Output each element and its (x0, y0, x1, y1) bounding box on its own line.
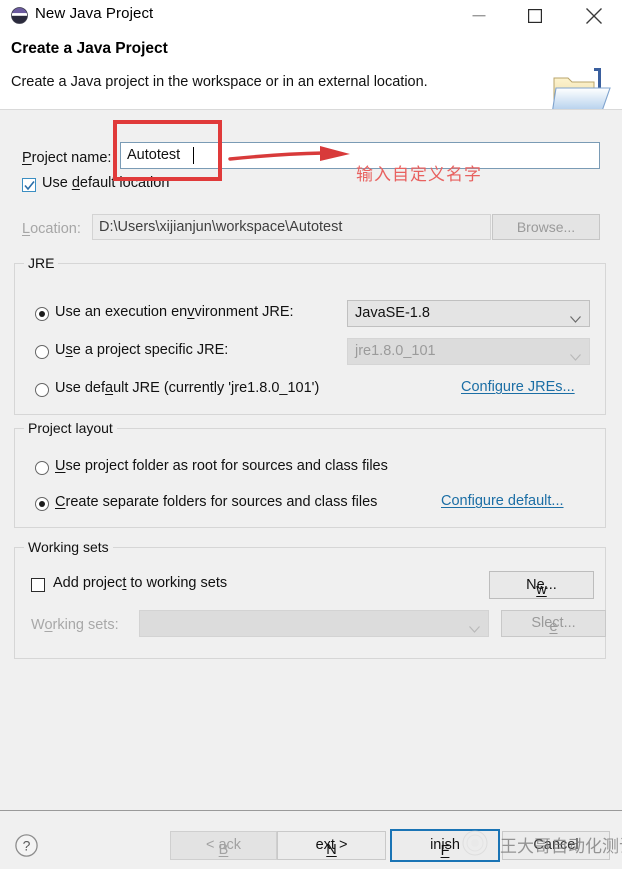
location-input: D:\Users\xijianjun\workspace\Autotest (92, 214, 491, 240)
radio-project-specific-jre[interactable] (35, 345, 49, 359)
chevron-down-icon (570, 310, 581, 326)
finish-button[interactable]: Finish (390, 829, 500, 862)
radio-default-jre[interactable] (35, 383, 49, 397)
page-description: Create a Java project in the workspace o… (11, 74, 428, 90)
project-name-label-rest: roject name: (31, 150, 112, 166)
jre-opt1-rest: vironment JRE: (194, 304, 294, 320)
svg-text:?: ? (23, 838, 31, 854)
back-button-label: < Back (205, 837, 242, 858)
project-layout-group: Project layout Use project folder as roo… (14, 420, 606, 528)
chevron-down-icon (469, 620, 480, 636)
new-working-set-button[interactable]: Ne w... (489, 571, 594, 599)
radio-project-folder-root[interactable] (35, 461, 49, 475)
project-layout-group-title: Project layout (24, 420, 117, 436)
working-sets-combo (139, 610, 489, 637)
use-default-location-label: Use default location (42, 175, 170, 191)
page-title: Create a Java Project (11, 40, 168, 57)
radio-separate-folders[interactable] (35, 497, 49, 511)
execution-environment-combo[interactable]: JavaSE-1.8 (347, 300, 590, 327)
configure-jres-link[interactable]: Configure JREs... (461, 379, 575, 395)
wizard-body: Project name: Autotest Use default locat… (0, 110, 622, 810)
wizard-header: Create a Java Project Create a Java proj… (0, 31, 622, 115)
select-working-sets-button: Se lect... (501, 610, 606, 637)
jre-group-title: JRE (24, 255, 59, 271)
use-default-location-checkbox[interactable] (22, 178, 36, 192)
radio-project-specific-jre-label: Use a project specific JRE: (55, 342, 229, 358)
use-default-location-label-rest: efault location (79, 175, 170, 191)
add-to-working-sets-checkbox[interactable] (31, 578, 45, 592)
layout-opt2-rest: reate separate folders for sources and c… (65, 494, 378, 510)
location-label: Location: (22, 221, 81, 237)
location-label-rest: ocation: (30, 221, 81, 237)
radio-default-jre-label: Use default JRE (currently 'jre1.8.0_101… (55, 380, 320, 396)
close-icon[interactable] (571, 0, 617, 31)
project-name-label: Project name: (22, 150, 112, 166)
select-working-sets-label: Se lect... (531, 615, 576, 635)
add-to-working-sets-label: Add project to working sets (53, 575, 228, 591)
maximize-icon[interactable] (512, 0, 558, 31)
window-title: New Java Project (35, 5, 154, 22)
radio-execution-environment-jre[interactable] (35, 307, 49, 321)
radio-execution-environment-jre-label: Use an execution envvironment JRE: (55, 304, 294, 320)
ws-label-rest: to working sets (126, 575, 228, 591)
layout-opt1-rest: se project folder as root for sources an… (65, 458, 388, 474)
working-sets-group: Working sets Add project to working sets… (14, 539, 606, 659)
project-name-value: Autotest (127, 147, 181, 163)
finish-button-label: Finish (430, 837, 460, 859)
next-button-label: Next > (315, 837, 348, 858)
chevron-down-icon (570, 348, 581, 364)
radio-separate-folders-label: Create separate folders for sources and … (55, 494, 378, 510)
jre-opt3-rest: ult JRE (currently 'jre1.8.0_101') (113, 380, 320, 396)
browse-button-label: Browse... (516, 219, 576, 235)
cancel-button-label: Cancel (533, 837, 579, 853)
configure-default-link[interactable]: Configure default... (441, 493, 564, 509)
radio-project-folder-root-label: Use project folder as root for sources a… (55, 458, 388, 474)
minimize-icon[interactable] (456, 0, 502, 31)
next-button[interactable]: Next > (277, 831, 386, 860)
help-icon[interactable]: ? (14, 833, 39, 858)
browse-button: Browse... (492, 214, 600, 240)
title-bar: New Java Project (0, 0, 622, 31)
working-sets-label: Working sets: (31, 617, 119, 633)
cancel-button[interactable]: Cancel (502, 831, 610, 860)
execution-environment-value: JavaSE-1.8 (355, 305, 430, 321)
project-specific-jre-value: jre1.8.0_101 (355, 343, 436, 359)
eclipse-icon (11, 7, 28, 24)
back-button: < Back (170, 831, 277, 860)
location-value: D:\Users\xijianjun\workspace\Autotest (99, 219, 343, 235)
working-sets-group-title: Working sets (24, 539, 113, 555)
jre-group: JRE Use an execution envvironment JRE: U… (14, 255, 606, 415)
project-specific-jre-combo: jre1.8.0_101 (347, 338, 590, 365)
ws-sets-label-rest: rking sets: (52, 617, 119, 633)
jre-opt2-rest: e a project specific JRE: (72, 342, 229, 358)
project-name-input[interactable]: Autotest (120, 142, 600, 169)
new-working-set-label: Ne w... (526, 577, 557, 598)
text-caret (193, 147, 194, 164)
